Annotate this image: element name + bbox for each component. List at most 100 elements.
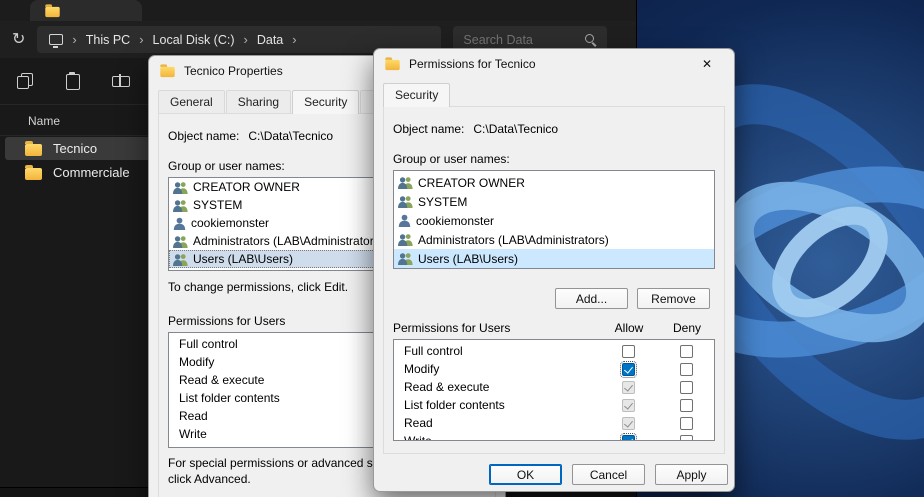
- permission-label: Modify: [179, 355, 214, 369]
- tab-security[interactable]: Security: [383, 83, 450, 107]
- security-tab-panel: Object name: C:\Data\Tecnico Group or us…: [383, 106, 725, 454]
- permission-label: Write: [179, 427, 207, 441]
- group-icon: [398, 252, 413, 265]
- group-name: Users (LAB\Users): [193, 252, 293, 266]
- permission-row-list-folder-contents: List folder contents: [394, 396, 714, 414]
- paste-icon[interactable]: [64, 72, 82, 90]
- allow-checkbox-list-folder-contents: [622, 399, 635, 412]
- folder-icon: [45, 6, 59, 16]
- permissions-dialog: Permissions for Tecnico Security Object …: [373, 48, 735, 492]
- tab-security[interactable]: Security: [292, 90, 359, 114]
- group-name: CREATOR OWNER: [193, 180, 300, 194]
- add-button[interactable]: Add...: [555, 288, 628, 309]
- deny-checkbox-read[interactable]: [680, 417, 693, 430]
- permissions-tabs: Security: [374, 83, 734, 106]
- dialog-title: Tecnico Properties: [184, 64, 283, 78]
- apply-button[interactable]: Apply: [655, 464, 728, 485]
- group-icon: [398, 176, 413, 189]
- permission-label: Full control: [404, 344, 598, 358]
- group-name: CREATOR OWNER: [418, 176, 525, 190]
- permission-row-modify: Modify: [394, 360, 714, 378]
- deny-checkbox-read-execute[interactable]: [680, 381, 693, 394]
- file-name: Tecnico: [53, 141, 97, 156]
- allow-checkbox-full-control[interactable]: [622, 345, 635, 358]
- this-pc-icon: [49, 34, 63, 45]
- dialog-title: Permissions for Tecnico: [409, 57, 536, 71]
- group-icon: [173, 181, 188, 194]
- permission-label: Full control: [179, 337, 238, 351]
- permission-label: Read & execute: [179, 373, 264, 387]
- breadcrumb-local-disk[interactable]: Local Disk (C:): [153, 33, 235, 47]
- chevron-right-icon: [139, 33, 143, 46]
- group-icon: [173, 235, 188, 248]
- deny-checkbox-modify[interactable]: [680, 363, 693, 376]
- rename-icon[interactable]: [112, 72, 130, 90]
- permissions-checkbox-list: Full control Modify Read & execute List …: [393, 339, 715, 441]
- allow-checkbox-write[interactable]: [622, 435, 635, 442]
- group-list: CREATOR OWNER SYSTEM cookiemonster Admin…: [393, 170, 715, 269]
- allow-checkbox-modify[interactable]: [622, 363, 635, 376]
- list-item-system[interactable]: SYSTEM: [394, 192, 714, 211]
- allow-checkbox-read: [622, 417, 635, 430]
- object-name-value: C:\Data\Tecnico: [473, 122, 558, 136]
- group-name: SYSTEM: [418, 195, 467, 209]
- breadcrumb-this-pc[interactable]: This PC: [86, 33, 130, 47]
- list-item-cookiemonster[interactable]: cookiemonster: [394, 211, 714, 230]
- permission-row-write: Write: [394, 432, 714, 441]
- group-name: Administrators (LAB\Administrators): [193, 234, 384, 248]
- ok-button[interactable]: OK: [489, 464, 562, 485]
- permission-label: Read & execute: [404, 380, 598, 394]
- refresh-icon[interactable]: [12, 32, 25, 48]
- object-name-value: C:\Data\Tecnico: [248, 129, 333, 143]
- permission-label: List folder contents: [404, 398, 598, 412]
- tab-general[interactable]: General: [158, 90, 225, 113]
- user-icon: [173, 217, 186, 230]
- dialog-folder-icon: [160, 66, 174, 76]
- allow-column-header: Allow: [599, 321, 659, 335]
- permissions-dialog-titlebar[interactable]: Permissions for Tecnico: [374, 49, 734, 78]
- permission-row-read-execute: Read & execute: [394, 378, 714, 396]
- group-icon: [398, 195, 413, 208]
- group-icon: [398, 233, 413, 246]
- copy-icon[interactable]: [16, 72, 34, 90]
- tab-sharing[interactable]: Sharing: [226, 90, 291, 113]
- permission-row-read: Read: [394, 414, 714, 432]
- group-name: cookiemonster: [191, 216, 269, 230]
- group-name: SYSTEM: [193, 198, 242, 212]
- breadcrumb-data[interactable]: Data: [257, 33, 283, 47]
- remove-button[interactable]: Remove: [637, 288, 710, 309]
- group-icon: [173, 253, 188, 266]
- list-item-creator-owner[interactable]: CREATOR OWNER: [394, 173, 714, 192]
- group-name: Users (LAB\Users): [418, 252, 518, 266]
- deny-checkbox-list-folder-contents[interactable]: [680, 399, 693, 412]
- group-icon: [173, 199, 188, 212]
- permission-label: Read: [179, 409, 208, 423]
- search-input[interactable]: [463, 33, 573, 47]
- dialog-folder-icon: [385, 59, 399, 69]
- chevron-right-icon: [292, 33, 296, 46]
- deny-checkbox-full-control[interactable]: [680, 345, 693, 358]
- explorer-tab[interactable]: [30, 0, 142, 21]
- list-item-administrators[interactable]: Administrators (LAB\Administrators): [394, 230, 714, 249]
- deny-column-header: Deny: [659, 321, 715, 335]
- group-name: Administrators (LAB\Administrators): [418, 233, 609, 247]
- search-icon: [584, 33, 597, 46]
- permission-label: List folder contents: [179, 391, 280, 405]
- permission-row-full-control: Full control: [394, 342, 714, 360]
- chevron-right-icon: [72, 33, 76, 46]
- deny-checkbox-write[interactable]: [680, 435, 693, 442]
- cancel-button[interactable]: Cancel: [572, 464, 645, 485]
- permission-label: Modify: [404, 362, 598, 376]
- permission-label: Read: [404, 416, 598, 430]
- object-name-label: Object name:: [168, 129, 239, 143]
- object-name-label: Object name:: [393, 122, 464, 136]
- permissions-for-users-label: Permissions for Users: [393, 321, 599, 335]
- list-item-users[interactable]: Users (LAB\Users): [394, 249, 714, 268]
- group-names-label: Group or user names:: [393, 152, 715, 166]
- allow-checkbox-read-execute: [622, 381, 635, 394]
- file-name: Commerciale: [53, 165, 130, 180]
- screen: This PC Local Disk (C:) Data Name Tecnic…: [0, 0, 924, 497]
- folder-icon: [25, 168, 42, 180]
- close-icon[interactable]: [690, 52, 724, 75]
- chevron-right-icon: [244, 33, 248, 46]
